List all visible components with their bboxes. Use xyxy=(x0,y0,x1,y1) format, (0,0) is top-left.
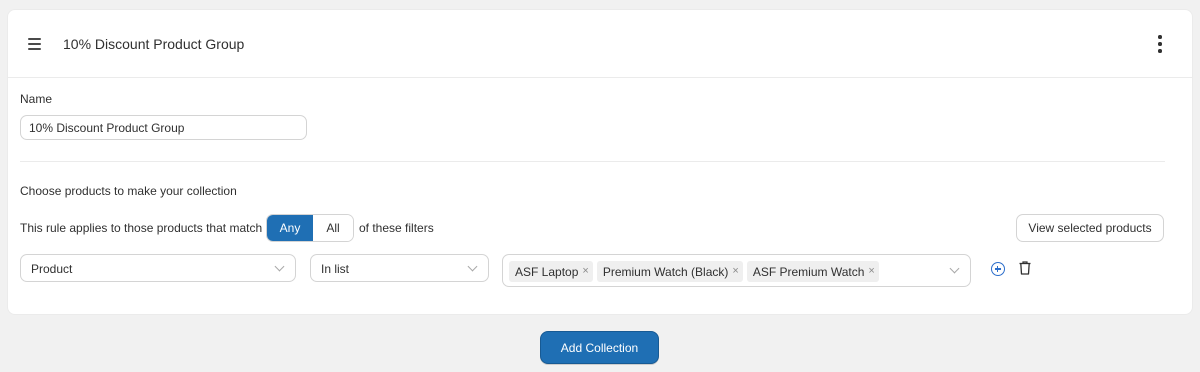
product-multiselect[interactable]: ASF Laptop × Premium Watch (Black) × ASF… xyxy=(502,254,971,287)
match-any-button[interactable]: Any xyxy=(267,215,313,241)
match-all-button[interactable]: All xyxy=(313,215,353,241)
kebab-icon[interactable] xyxy=(1158,35,1162,53)
chevron-down-icon xyxy=(467,261,478,272)
hamburger-icon[interactable] xyxy=(28,38,41,50)
choose-products-label: Choose products to make your collection xyxy=(20,184,237,198)
rule-prefix-text: This rule applies to those products that… xyxy=(20,221,263,235)
match-toggle: Any All xyxy=(266,214,354,242)
card-header: 10% Discount Product Group xyxy=(8,10,1192,78)
view-selected-products-button[interactable]: View selected products xyxy=(1016,214,1164,242)
trash-icon[interactable] xyxy=(1019,261,1031,275)
product-tag: ASF Premium Watch × xyxy=(746,261,879,282)
product-tag: ASF Laptop × xyxy=(509,261,593,282)
product-tag: Premium Watch (Black) × xyxy=(596,261,743,282)
add-collection-button[interactable]: Add Collection xyxy=(540,331,659,364)
remove-tag-icon[interactable]: × xyxy=(868,266,874,277)
tag-label: ASF Premium Watch xyxy=(752,264,865,279)
collection-title: 10% Discount Product Group xyxy=(63,36,245,52)
rule-suffix-text: of these filters xyxy=(359,221,434,235)
remove-tag-icon[interactable]: × xyxy=(582,266,588,277)
name-input[interactable] xyxy=(20,115,307,140)
operator-select[interactable]: In list xyxy=(310,254,489,282)
plus-circle-icon[interactable] xyxy=(991,262,1005,276)
selected-tags: ASF Laptop × Premium Watch (Black) × ASF… xyxy=(509,261,879,282)
chevron-down-icon[interactable] xyxy=(949,263,960,274)
tag-label: Premium Watch (Black) xyxy=(602,264,729,279)
divider xyxy=(20,161,1165,162)
chevron-down-icon xyxy=(274,261,285,272)
field-select[interactable]: Product xyxy=(20,254,296,282)
field-select-value: Product xyxy=(31,262,73,276)
name-label: Name xyxy=(20,92,53,106)
remove-tag-icon[interactable]: × xyxy=(732,266,738,277)
operator-select-value: In list xyxy=(321,262,350,276)
tag-label: ASF Laptop xyxy=(515,264,579,279)
